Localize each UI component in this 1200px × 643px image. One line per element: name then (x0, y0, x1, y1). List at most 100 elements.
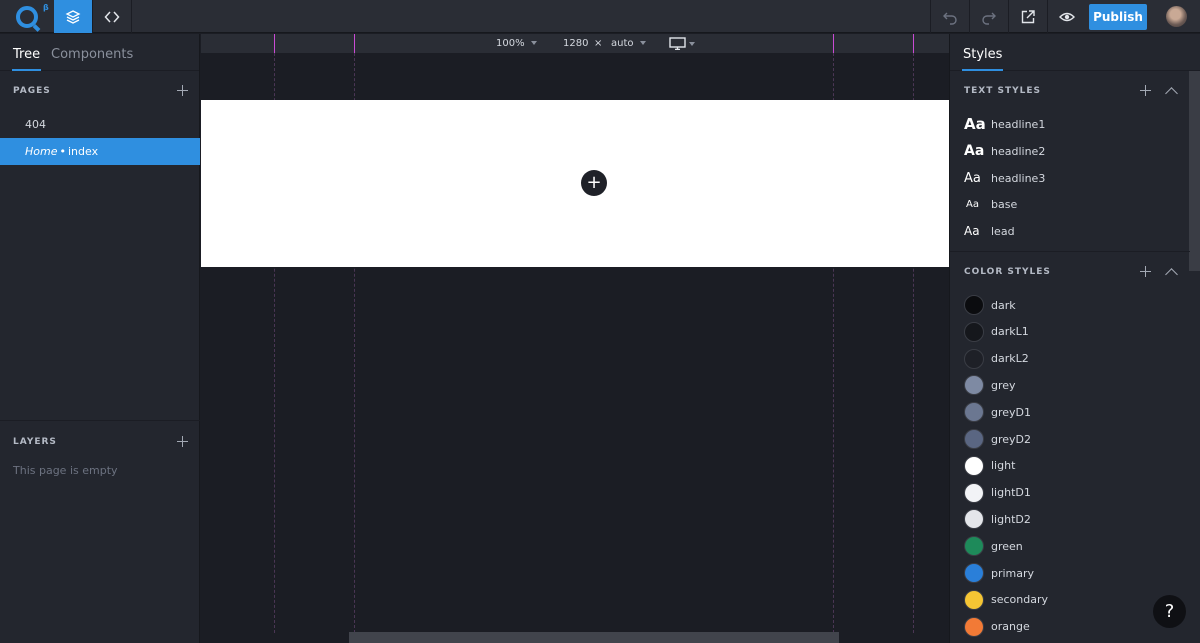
color-style-name: lightD1 (991, 486, 1031, 500)
pages-title: PAGES (13, 86, 51, 96)
beta-badge: β (43, 3, 49, 12)
chevron-down-icon (639, 41, 646, 45)
color-swatch (964, 402, 984, 423)
page-separator: • (59, 145, 66, 158)
color-swatch (964, 348, 984, 369)
color-style-name: grey (991, 378, 1016, 392)
add-text-style-icon[interactable] (1140, 85, 1151, 96)
undo-icon (943, 12, 957, 25)
add-layer-icon[interactable] (177, 436, 188, 447)
color-swatch (964, 482, 984, 503)
color-style-name: lightD2 (991, 512, 1031, 526)
color-style-darkL2[interactable]: darkL2 (964, 348, 1029, 369)
text-styles-title: TEXT STYLES (964, 86, 1042, 96)
undo-button[interactable] (930, 0, 969, 33)
canvas[interactable]: 100% 1280 × auto + (201, 34, 949, 643)
ruler-marker (913, 34, 914, 53)
redo-icon (982, 12, 996, 25)
color-style-green[interactable]: green (964, 536, 1023, 557)
color-style-name: greyD1 (991, 405, 1032, 419)
top-bar: β Publish (0, 0, 1200, 33)
color-swatch (964, 375, 984, 396)
page-label: index (67, 145, 99, 158)
color-style-lightD1[interactable]: lightD1 (964, 482, 1031, 503)
plus-icon: + (586, 172, 602, 193)
text-style-headline1[interactable]: Aa headline1 (964, 114, 1045, 134)
color-style-darkL1[interactable]: darkL1 (964, 321, 1029, 342)
height-select[interactable]: auto (611, 38, 646, 49)
left-tabs: Tree Components (0, 34, 199, 71)
tab-styles[interactable]: Styles (961, 47, 1004, 71)
layers-title: LAYERS (13, 437, 57, 447)
color-swatch (964, 429, 984, 449)
text-style-sample: Aa (964, 170, 981, 186)
external-link-icon (1021, 9, 1035, 23)
color-style-name: darkL2 (991, 352, 1029, 366)
add-page-icon[interactable] (177, 85, 188, 96)
user-avatar[interactable] (1166, 6, 1187, 27)
collapse-icon[interactable] (1165, 87, 1178, 100)
color-swatch (964, 295, 984, 315)
zoom-select[interactable]: 100% (496, 38, 537, 49)
text-style-base[interactable]: Aa base (964, 194, 1017, 214)
device-select[interactable] (669, 37, 695, 51)
code-icon (104, 10, 120, 23)
text-style-sample: Aa (964, 224, 980, 238)
divider (0, 420, 200, 421)
vertical-scrollbar[interactable] (1189, 71, 1200, 271)
eye-icon (1059, 12, 1075, 21)
color-swatch (964, 321, 984, 342)
ruler-marker (354, 34, 355, 53)
add-color-style-icon[interactable] (1140, 266, 1151, 277)
text-style-name: headline1 (991, 117, 1046, 131)
text-style-sample: Aa (964, 115, 986, 133)
text-style-name: base (991, 197, 1018, 211)
right-panel: Styles TEXT STYLES Aa headline1 Aa headl… (949, 34, 1200, 643)
add-section-button[interactable]: + (581, 170, 607, 196)
chevron-down-icon (689, 41, 695, 46)
text-style-headline3[interactable]: Aa headline3 (964, 168, 1045, 188)
color-style-dark[interactable]: dark (964, 295, 1016, 315)
text-style-lead[interactable]: Aa lead (964, 221, 1015, 241)
tab-tree[interactable]: Tree (11, 47, 42, 71)
app-logo[interactable]: β (0, 0, 54, 33)
color-style-greyD2[interactable]: greyD2 (964, 429, 1031, 449)
chevron-down-icon (530, 41, 537, 45)
text-style-sample: Aa (964, 143, 985, 159)
text-style-headline2[interactable]: Aa headline2 (964, 141, 1045, 161)
color-style-primary[interactable]: primary (964, 563, 1034, 583)
color-style-light[interactable]: light (964, 455, 1015, 476)
horizontal-scrollbar[interactable] (349, 632, 839, 643)
dimension-separator: × (594, 38, 603, 49)
logo-mark (16, 5, 38, 28)
color-style-orange[interactable]: orange (964, 616, 1030, 637)
preview-button[interactable] (1047, 0, 1086, 33)
page-frame[interactable] (201, 100, 949, 267)
page-item-index[interactable]: Home • index (0, 138, 200, 165)
color-style-secondary[interactable]: secondary (964, 589, 1048, 610)
color-swatch (964, 455, 984, 476)
color-styles-title: COLOR STYLES (964, 267, 1051, 277)
color-style-name: dark (991, 298, 1016, 312)
color-style-lightD2[interactable]: lightD2 (964, 509, 1031, 530)
width-input[interactable]: 1280 (563, 38, 588, 49)
right-tabs: Styles (950, 34, 1200, 71)
collapse-icon[interactable] (1165, 268, 1178, 281)
height-value: auto (611, 38, 634, 49)
open-page-button[interactable] (1008, 0, 1047, 33)
color-swatch (964, 536, 984, 557)
text-style-name: headline2 (991, 144, 1046, 158)
code-button[interactable] (93, 0, 132, 33)
publish-button[interactable]: Publish (1089, 4, 1147, 30)
page-item-404[interactable]: 404 (0, 111, 200, 138)
home-label: Home (25, 145, 58, 158)
color-style-greyD1[interactable]: greyD1 (964, 402, 1032, 423)
color-style-grey[interactable]: grey (964, 375, 1016, 396)
ruler-marker (274, 34, 275, 53)
layers-button[interactable] (54, 0, 93, 33)
help-button[interactable]: ? (1153, 595, 1186, 628)
layers-empty-text: This page is empty (13, 464, 118, 477)
tab-components[interactable]: Components (51, 47, 133, 62)
redo-button[interactable] (969, 0, 1008, 33)
color-swatch (964, 509, 984, 530)
